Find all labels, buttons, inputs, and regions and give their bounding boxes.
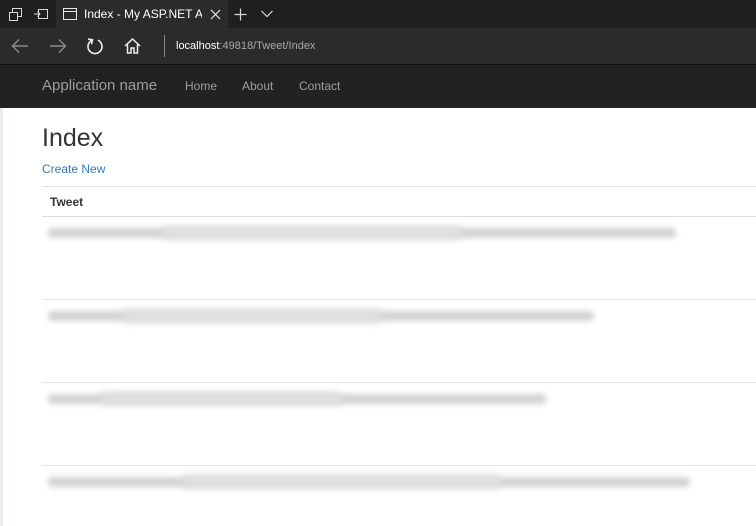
site-navbar: Application name Home About Contact <box>0 64 756 108</box>
table-header: Tweet <box>42 186 756 217</box>
redacted-tweet-text-shade <box>122 309 382 322</box>
tab-title: Index - My ASP.NET Application <box>84 7 202 21</box>
close-icon[interactable] <box>208 7 222 21</box>
nav-link-about[interactable]: About <box>242 79 273 94</box>
page-title: Index <box>42 124 104 152</box>
chevron-down-icon[interactable] <box>257 0 277 28</box>
browser-tab[interactable]: Index - My ASP.NET Application <box>56 0 228 28</box>
address-separator <box>164 35 165 57</box>
forward-arrow-icon[interactable] <box>48 36 68 56</box>
nav-link-home[interactable]: Home <box>185 79 217 94</box>
column-header-tweet: Tweet <box>50 195 84 209</box>
create-new-link[interactable]: Create New <box>42 162 105 177</box>
plus-icon[interactable] <box>230 0 250 28</box>
table-row <box>42 466 720 526</box>
nav-link-contact[interactable]: Contact <box>299 79 340 94</box>
back-arrow-icon[interactable] <box>10 36 30 56</box>
redacted-tweet-text-shade <box>162 226 462 239</box>
table-row <box>42 383 720 466</box>
set-aside-tabs-icon[interactable] <box>31 0 51 28</box>
row-divider <box>720 299 756 300</box>
home-icon[interactable] <box>122 36 142 56</box>
page-icon <box>63 7 77 21</box>
table-row <box>42 217 720 300</box>
redacted-tweet-text-shade <box>182 475 502 488</box>
url-field[interactable]: localhost:49818/Tweet/Index <box>176 39 315 53</box>
refresh-icon[interactable] <box>85 36 105 56</box>
table-row <box>42 300 720 383</box>
row-divider <box>720 382 756 383</box>
window-edge <box>0 108 3 526</box>
address-bar: localhost:49818/Tweet/Index <box>0 28 756 64</box>
brand-link[interactable]: Application name <box>42 77 157 95</box>
browser-window: Index - My ASP.NET Application <box>0 0 756 526</box>
tab-strip: Index - My ASP.NET Application <box>0 0 756 28</box>
row-divider <box>720 465 756 466</box>
url-path: :49818/Tweet/Index <box>219 40 316 52</box>
tweet-table: Tweet <box>42 186 756 526</box>
redacted-tweet-text-shade <box>102 392 342 405</box>
url-host: localhost <box>176 40 220 52</box>
tab-actions-icon[interactable] <box>6 0 24 28</box>
